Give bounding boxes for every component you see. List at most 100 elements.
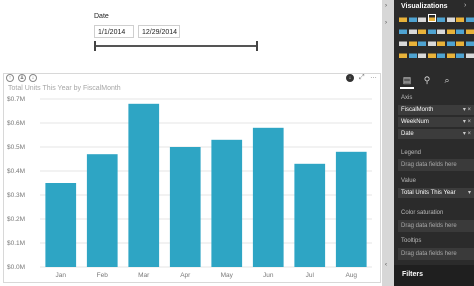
ribbon-visual-icon[interactable] xyxy=(408,26,417,34)
line-visual-icon[interactable] xyxy=(456,14,464,22)
r-visual-visual-icon[interactable] xyxy=(418,50,426,58)
axis-field-fiscalmonth[interactable]: FiscalMonth ▾ × xyxy=(398,105,474,115)
x-tick-label: Apr xyxy=(180,272,191,279)
visualizations-pane: Visualizations › ▤ ⚲ ⌕ Axis FiscalMonth ▾… xyxy=(394,0,474,286)
gauge-visual-icon[interactable] xyxy=(418,38,426,46)
matrix-visual-icon[interactable] xyxy=(399,50,407,58)
panel-splitter[interactable] xyxy=(382,0,394,286)
legend-label: Legend xyxy=(401,150,422,156)
stacked-column-visual-icon[interactable] xyxy=(408,14,417,22)
pct-column-visual-icon[interactable] xyxy=(446,14,455,22)
drill-up-icon[interactable]: ↑ xyxy=(6,74,14,82)
y-tick-label: $0.6M xyxy=(7,120,25,127)
tooltips-label: Tooltips xyxy=(401,238,422,244)
report-canvas: Date 1/1/2014 12/29/2014 ↑ ⇊ ↓ ↓ ⤢ … Tot… xyxy=(0,0,382,286)
y-tick-label: $0.4M xyxy=(7,168,25,175)
funnel-visual-icon[interactable] xyxy=(408,38,417,46)
axis-field-weeknum[interactable]: WeekNum ▾ × xyxy=(398,117,474,127)
focus-mode-icon[interactable]: ⤢ xyxy=(359,74,365,82)
y-tick-label: $0.0M xyxy=(7,264,25,271)
clustered-column-visual-icon[interactable] xyxy=(427,14,436,22)
kpi-visual-icon[interactable] xyxy=(446,38,455,46)
y-tick-label: $0.5M xyxy=(7,144,25,151)
treemap-visual-icon[interactable] xyxy=(456,26,464,34)
expand-filters-icon[interactable]: ‹ xyxy=(385,262,387,268)
x-tick-label: Feb xyxy=(97,272,109,279)
value-field-total-units[interactable]: Total Units This Year ▾ xyxy=(398,188,474,198)
multi-card-visual-icon[interactable] xyxy=(437,38,445,46)
fields-tab-icon[interactable]: ▤ xyxy=(400,73,414,89)
pct-bar-visual-icon[interactable] xyxy=(437,14,445,22)
collapse-panel-icon-2[interactable]: › xyxy=(385,20,387,26)
slicer-visual-icon[interactable] xyxy=(456,38,464,46)
value-label: Value xyxy=(401,178,416,184)
card-visual-icon[interactable] xyxy=(427,38,436,46)
bar-chart: $0.0M $0.1M $0.2M $0.3M $0.4M $0.5M $0.6M $0.7M… xyxy=(7,96,372,279)
stacked-bar-visual-icon[interactable] xyxy=(399,14,407,22)
date-slider-track[interactable] xyxy=(95,45,258,47)
waterfall-visual-icon[interactable] xyxy=(418,26,426,34)
format-tab-icon[interactable]: ⚲ xyxy=(420,73,434,87)
saturation-drop-zone[interactable]: Drag data fields here xyxy=(398,220,474,232)
x-tick-label: Aug xyxy=(345,272,357,279)
axis-field-label: Date xyxy=(401,131,414,137)
filters-pane[interactable]: Filters xyxy=(394,265,474,286)
analytics-tab-icon[interactable]: ⌕ xyxy=(440,73,454,87)
more-options-icon[interactable]: … xyxy=(370,73,377,80)
qa-visual-icon[interactable] xyxy=(456,50,464,58)
bar-jan[interactable] xyxy=(45,183,77,267)
drill-down-icon[interactable]: ⇊ xyxy=(18,74,26,82)
x-tick-label: Jan xyxy=(56,272,67,279)
axis-field-label: FiscalMonth xyxy=(401,107,434,113)
shape-map-visual-icon[interactable] xyxy=(408,50,417,58)
slider-end-handle[interactable] xyxy=(256,41,258,51)
bar-jun[interactable] xyxy=(252,127,284,267)
axis-field-date[interactable]: Date ▾ × xyxy=(398,129,474,139)
more-visual-icon[interactable] xyxy=(465,50,474,58)
line-column-visual-icon[interactable] xyxy=(399,26,407,34)
map-visual-icon[interactable] xyxy=(465,26,474,34)
y-tick-label: $0.1M xyxy=(7,240,25,247)
custom-visual-icon[interactable] xyxy=(437,50,445,58)
remove-field-icon[interactable]: ▾ × xyxy=(463,105,471,115)
pie-visual-icon[interactable] xyxy=(437,26,445,34)
clustered-bar-visual-icon[interactable] xyxy=(418,14,426,22)
filters-title: Filters xyxy=(402,271,424,278)
collapse-panel-icon[interactable]: › xyxy=(385,3,387,9)
expand-icon[interactable]: ↓ xyxy=(29,74,37,82)
slicer-title: Date xyxy=(94,13,109,20)
end-date-input[interactable]: 12/29/2014 xyxy=(138,25,180,38)
tooltips-drop-zone[interactable]: Drag data fields here xyxy=(398,248,474,260)
y-tick-label: $0.3M xyxy=(7,192,25,199)
bar-may[interactable] xyxy=(211,139,243,267)
arcgis-visual-icon[interactable] xyxy=(446,50,455,58)
pane-collapse-icon[interactable]: › xyxy=(464,2,466,9)
remove-field-icon[interactable]: ▾ × xyxy=(463,117,471,127)
visualizations-title: Visualizations xyxy=(401,3,448,10)
drill-mode-icon[interactable]: ↓ xyxy=(346,74,354,82)
x-tick-label: Jul xyxy=(306,272,315,279)
value-field-label: Total Units This Year xyxy=(401,190,456,196)
donut-visual-icon[interactable] xyxy=(446,26,455,34)
slider-start-handle[interactable] xyxy=(94,41,96,51)
bar-mar[interactable] xyxy=(128,103,160,267)
python-visual-icon[interactable] xyxy=(427,50,436,58)
y-tick-label: $0.2M xyxy=(7,216,25,223)
scatter-visual-icon[interactable] xyxy=(427,26,436,34)
remove-field-icon[interactable]: ▾ × xyxy=(463,129,471,139)
x-tick-label: Jun xyxy=(263,272,274,279)
area-visual-icon[interactable] xyxy=(465,14,474,22)
table-visual-icon[interactable] xyxy=(465,38,474,46)
bar-feb[interactable] xyxy=(86,154,118,267)
axis-label: Axis xyxy=(401,95,413,101)
y-tick-label: $0.7M xyxy=(7,96,25,103)
bar-aug[interactable] xyxy=(335,151,367,267)
filled-map-visual-icon[interactable] xyxy=(399,38,407,46)
remove-field-icon[interactable]: ▾ xyxy=(468,188,471,198)
legend-drop-zone[interactable]: Drag data fields here xyxy=(398,159,474,171)
start-date-input[interactable]: 1/1/2014 xyxy=(94,25,134,38)
bar-jul[interactable] xyxy=(294,163,326,267)
x-tick-label: Mar xyxy=(138,272,150,279)
saturation-label: Color saturation xyxy=(401,210,444,216)
bar-apr[interactable] xyxy=(169,147,201,267)
